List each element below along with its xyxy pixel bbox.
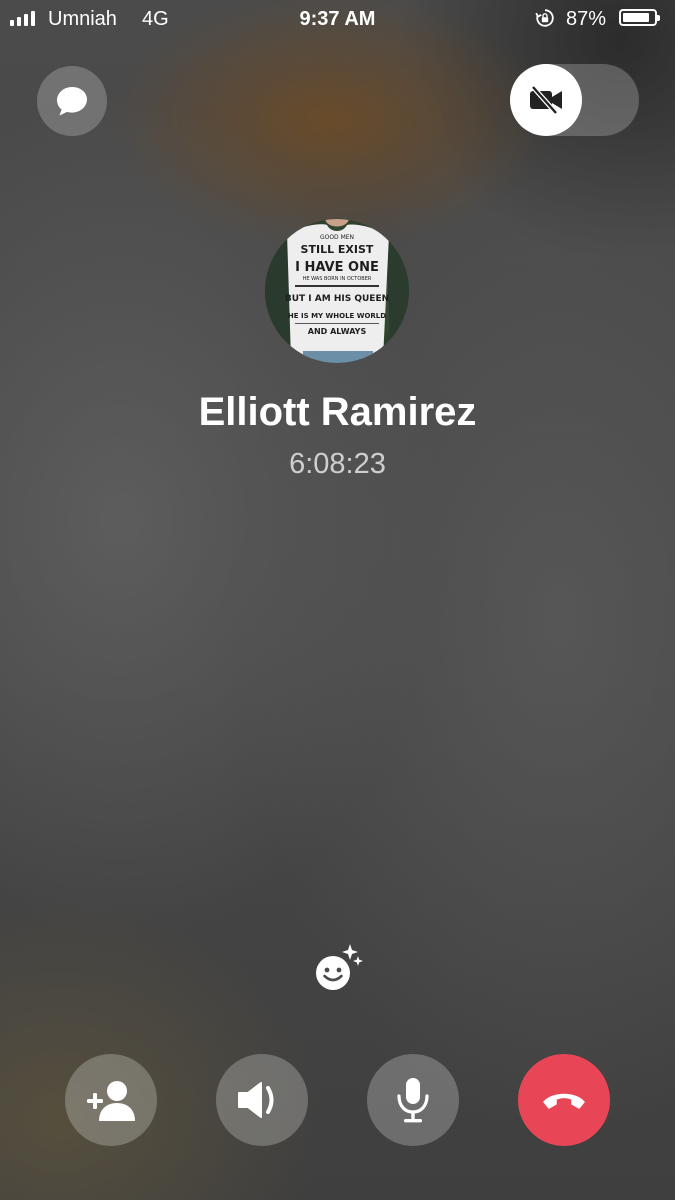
video-toggle-knob[interactable] bbox=[510, 64, 582, 136]
status-bar: Umniah 4G 9:37 AM 87% bbox=[0, 0, 675, 38]
speaker-icon bbox=[238, 1082, 274, 1118]
shirt-line-5: BUT I AM HIS QUEEN bbox=[285, 294, 389, 304]
rotation-lock-icon bbox=[535, 9, 554, 27]
smiley-sparkle-icon bbox=[316, 944, 363, 990]
contact-avatar: GOOD MEN STILL EXIST I HAVE ONE HE WAS B… bbox=[265, 219, 409, 363]
end-call-button[interactable] bbox=[518, 1054, 610, 1146]
shirt-line-1: GOOD MEN bbox=[320, 234, 354, 241]
add-person-button[interactable] bbox=[65, 1054, 157, 1146]
effects-button[interactable] bbox=[312, 942, 366, 996]
chat-icon bbox=[57, 87, 87, 116]
chat-button[interactable] bbox=[37, 66, 107, 136]
shirt-line-2: STILL EXIST bbox=[301, 243, 374, 256]
call-duration: 6:08:23 bbox=[289, 448, 386, 480]
speaker-button[interactable] bbox=[216, 1054, 308, 1146]
end-call-icon bbox=[543, 1093, 585, 1109]
battery-percent: 87% bbox=[566, 8, 607, 30]
shirt-line-3: I HAVE ONE bbox=[295, 260, 379, 275]
shirt-line-7: AND ALWAYS bbox=[308, 327, 367, 336]
shirt-line-4: HE WAS BORN IN OCTOBER bbox=[303, 276, 372, 282]
video-toggle[interactable] bbox=[510, 64, 639, 136]
add-person-icon bbox=[87, 1081, 135, 1121]
contact-name: Elliott Ramirez bbox=[198, 390, 477, 434]
shirt-line-6: HE IS MY WHOLE WORLD bbox=[288, 312, 386, 320]
mute-button[interactable] bbox=[367, 1054, 459, 1146]
video-off-icon bbox=[530, 85, 562, 115]
microphone-icon bbox=[397, 1078, 429, 1123]
battery-icon bbox=[619, 9, 660, 26]
